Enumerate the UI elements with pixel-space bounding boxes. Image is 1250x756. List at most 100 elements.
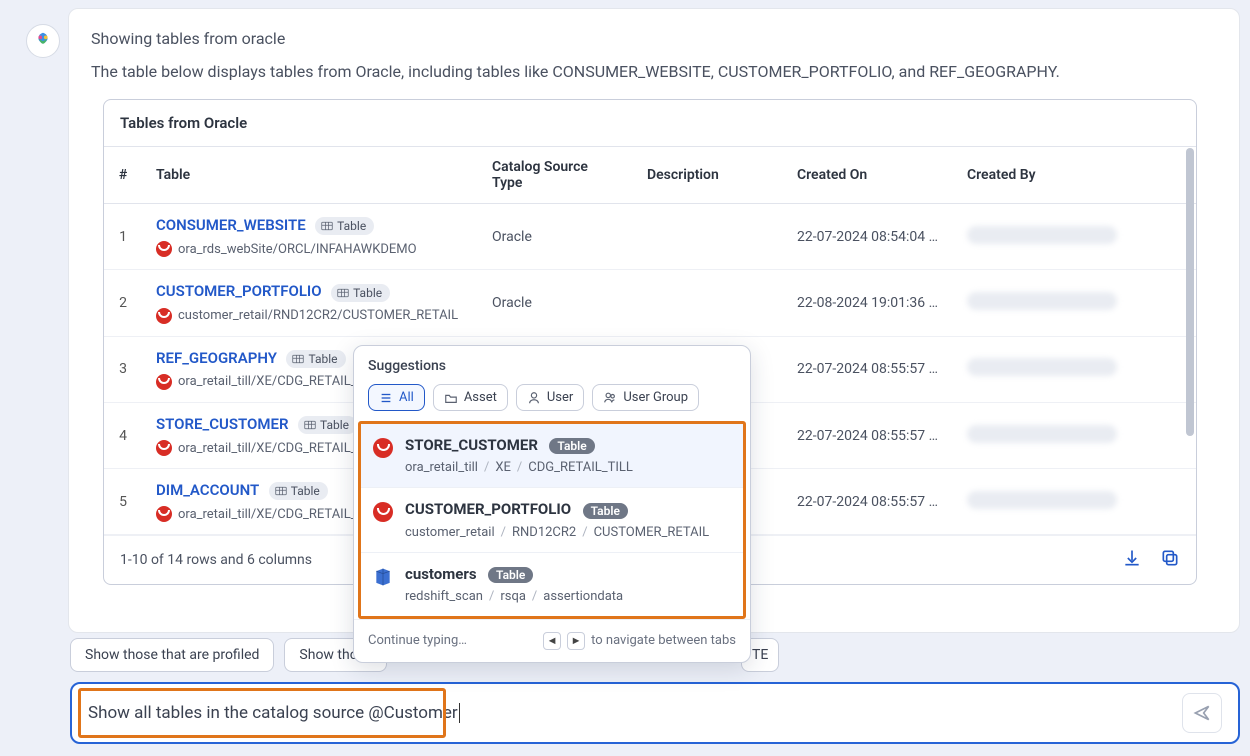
download-icon: [1122, 548, 1142, 568]
oracle-icon: [156, 308, 172, 324]
cell-created-on: 22-07-2024 08:54:04 …: [783, 204, 953, 270]
col-description[interactable]: Description: [633, 147, 783, 204]
table-name-link[interactable]: CONSUMER_WEBSITE: [156, 216, 306, 234]
chat-input[interactable]: Show all tables in the catalog source @C…: [70, 682, 1240, 744]
cell-created-by: [953, 270, 1196, 336]
table-row: 2 CUSTOMER_PORTFOLIO Table customer_reta…: [104, 270, 1196, 336]
suggestions-list-highlight: STORE_CUSTOMER Table ora_retail_till/XE/…: [358, 421, 746, 619]
table-name-link[interactable]: DIM_ACCOUNT: [156, 481, 259, 499]
filter-user-group[interactable]: User Group: [592, 384, 699, 411]
table-badge-text: Table: [291, 484, 320, 498]
cell-created-on: 22-07-2024 08:55:57 …: [783, 469, 953, 535]
redacted-text: [967, 358, 1117, 376]
suggestion-item[interactable]: CUSTOMER_PORTFOLIO Table customer_retail…: [361, 488, 743, 552]
cell-created-by: [953, 402, 1196, 468]
path-text: ora_retail_till/XE/CDG_RETAIL_TI: [178, 507, 368, 522]
chat-input-text[interactable]: Show all tables in the catalog source @C…: [88, 703, 1182, 724]
user-icon: [527, 391, 541, 405]
cell-created-on: 22-08-2024 19:01:36 …: [783, 270, 953, 336]
table-path: ora_rds_webSite/ORCL/INFAHAWKDEMO: [156, 241, 464, 257]
filter-all[interactable]: All: [368, 384, 425, 411]
col-created-by[interactable]: Created By: [953, 147, 1196, 204]
table-badge: Table: [286, 350, 345, 368]
results-table-title: Tables from Oracle: [104, 100, 1196, 147]
table-icon: [304, 419, 316, 431]
assistant-avatar: [26, 24, 60, 58]
path-text: customer_retail/RND12CR2/CUSTOMER_RETAIL: [178, 308, 458, 323]
suggestions-title: Suggestions: [354, 346, 750, 384]
table-name-link[interactable]: STORE_CUSTOMER: [156, 415, 288, 433]
folder-icon: [444, 391, 458, 405]
filter-user-label: User: [547, 390, 573, 405]
copy-icon: [1160, 548, 1180, 568]
table-badge-text: Table: [308, 352, 337, 366]
suggestion-chips-row: Show those that are profiled Show those: [70, 638, 387, 672]
suggestion-title: STORE_CUSTOMER: [405, 436, 538, 454]
table-scrollbar[interactable]: [1186, 148, 1194, 436]
table-icon: [275, 485, 287, 497]
col-catalog-source-type[interactable]: Catalog Source Type: [478, 147, 633, 204]
cell-created-by: [953, 204, 1196, 270]
send-icon: [1192, 703, 1212, 723]
suggestion-path: redshift_scan/rsqa/assertiondata: [405, 589, 731, 604]
redacted-text: [967, 425, 1117, 443]
user-group-icon: [603, 391, 617, 405]
arrow-left-key: ◄: [543, 632, 561, 650]
suggestion-item[interactable]: STORE_CUSTOMER Table ora_retail_till/XE/…: [361, 424, 743, 488]
download-button[interactable]: [1122, 548, 1142, 572]
col-created-on[interactable]: Created On: [783, 147, 953, 204]
table-icon: [337, 287, 349, 299]
redacted-text: [967, 292, 1117, 310]
suggestion-path: ora_retail_till/XE/CDG_RETAIL_TILL: [405, 460, 731, 475]
redacted-text: [967, 226, 1117, 244]
copy-button[interactable]: [1160, 548, 1180, 572]
suggestion-title: CUSTOMER_PORTFOLIO: [405, 500, 571, 518]
cell-description: [633, 270, 783, 336]
table-row: 1 CONSUMER_WEBSITE Table ora_rds_webSite…: [104, 204, 1196, 270]
filter-user[interactable]: User: [516, 384, 584, 411]
suggestion-chip[interactable]: Show those that are profiled: [70, 638, 274, 672]
suggestions-filter-row: All Asset User User Group: [354, 384, 750, 421]
continue-typing-text: Continue typing…: [368, 633, 467, 648]
filter-all-label: All: [399, 390, 414, 405]
suggestions-footer: Continue typing… ◄ ► to navigate between…: [354, 619, 750, 662]
suggestion-item[interactable]: customers Table redshift_scan/rsqa/asser…: [361, 553, 743, 616]
row-index: 5: [104, 469, 142, 535]
col-index[interactable]: #: [104, 147, 142, 204]
filter-asset-label: Asset: [464, 390, 497, 405]
oracle-icon: [156, 241, 172, 257]
send-button[interactable]: [1182, 693, 1222, 733]
path-text: ora_rds_webSite/ORCL/INFAHAWKDEMO: [178, 242, 417, 257]
assistant-logo-icon: [32, 30, 54, 52]
table-badge: Table: [331, 284, 390, 302]
cell-created-by: [953, 469, 1196, 535]
arrow-right-key: ►: [567, 632, 585, 650]
table-pagination-text: 1-10 of 14 rows and 6 columns: [120, 552, 312, 568]
row-index: 3: [104, 336, 142, 402]
cell-created-on: 22-07-2024 08:55:57 …: [783, 336, 953, 402]
filter-user-group-label: User Group: [623, 390, 688, 405]
path-text: ora_retail_till/XE/CDG_RETAIL_TI: [178, 374, 368, 389]
response-subheading: The table below displays tables from Ora…: [91, 62, 1217, 81]
table-icon: [321, 220, 333, 232]
table-badge-text: Table: [320, 418, 349, 432]
suggestion-badge: Table: [488, 567, 533, 583]
nav-hint-text: to navigate between tabs: [591, 633, 736, 648]
oracle-icon: [373, 438, 393, 458]
row-index: 4: [104, 402, 142, 468]
suggestion-path: customer_retail/RND12CR2/CUSTOMER_RETAIL: [405, 525, 731, 540]
table-name-link[interactable]: REF_GEOGRAPHY: [156, 349, 277, 367]
cell-created-on: 22-07-2024 08:55:57 …: [783, 402, 953, 468]
col-table[interactable]: Table: [142, 147, 478, 204]
table-name-link[interactable]: CUSTOMER_PORTFOLIO: [156, 282, 322, 300]
cell-catalog: Oracle: [478, 270, 633, 336]
cell-description: [633, 204, 783, 270]
redacted-text: [967, 491, 1117, 509]
table-badge-text: Table: [337, 219, 366, 233]
suggestion-badge: Table: [583, 503, 628, 519]
table-badge: Table: [298, 416, 357, 434]
nav-keys-hint: ◄ ► to navigate between tabs: [543, 632, 736, 650]
table-path: customer_retail/RND12CR2/CUSTOMER_RETAIL: [156, 308, 464, 324]
filter-asset[interactable]: Asset: [433, 384, 508, 411]
oracle-icon: [156, 374, 172, 390]
